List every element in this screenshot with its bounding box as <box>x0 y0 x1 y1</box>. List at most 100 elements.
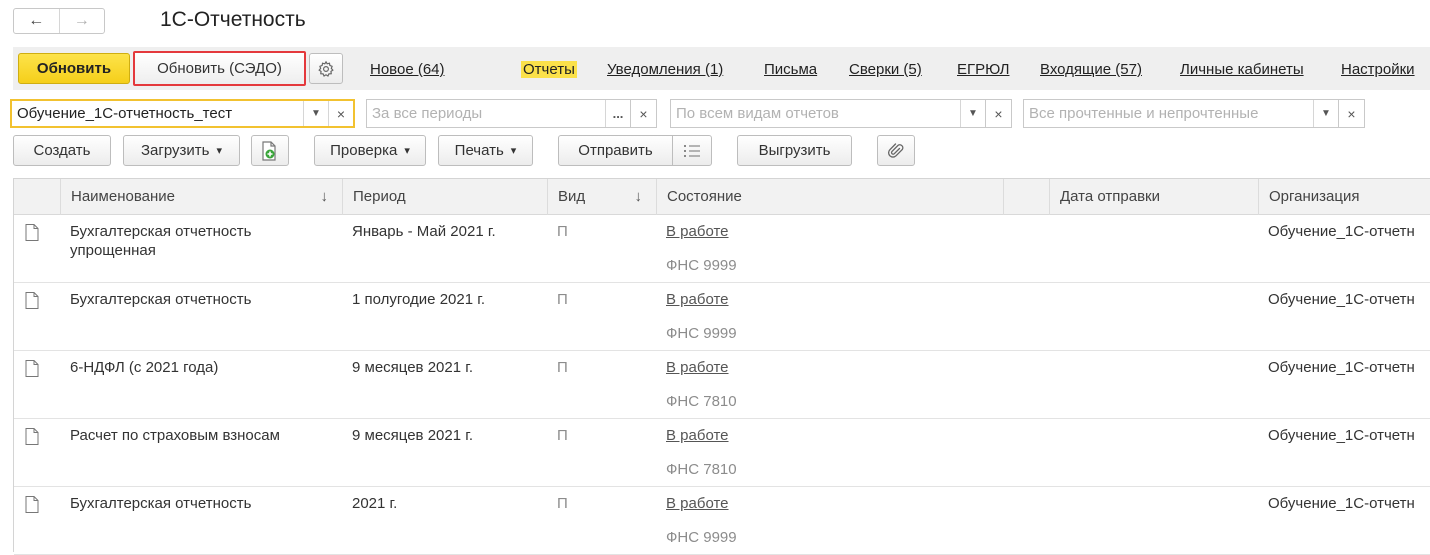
report-kind: П <box>557 427 568 444</box>
section-cabinets-link[interactable]: Личные кабинеты <box>1180 61 1304 78</box>
report-organization: Обучение_1С-отчетн <box>1268 291 1415 308</box>
add-file-button[interactable] <box>251 135 289 166</box>
document-icon <box>25 496 39 513</box>
report-state-link[interactable]: В работе <box>666 494 729 513</box>
report-organization: Обучение_1С-отчетн <box>1268 223 1415 240</box>
report-type-filter-placeholder[interactable]: По всем видам отчетов <box>671 105 960 122</box>
reports-table: Наименование ↓ Период Вид ↓ Состояние Да… <box>13 178 1430 555</box>
sort-arrow-icon: ↓ <box>320 188 329 205</box>
report-state-link[interactable]: В работе <box>666 358 729 377</box>
table-row[interactable]: Бухгалтерская отчетность упрощенная Январ… <box>14 215 1430 283</box>
column-period-label: Период <box>353 188 406 205</box>
refresh-sedo-button[interactable]: Обновить (СЭДО) <box>133 51 306 86</box>
report-authority: ФНС 9999 <box>666 325 737 342</box>
report-name: 6-НДФЛ (с 2021 года) <box>70 359 219 376</box>
report-authority: ФНС 7810 <box>666 393 737 410</box>
column-state[interactable]: Состояние <box>656 179 1003 215</box>
list-icon <box>684 144 700 157</box>
column-state-label: Состояние <box>667 188 742 205</box>
paperclip-icon <box>888 142 904 158</box>
section-egrul-link[interactable]: ЕГРЮЛ <box>957 61 1009 78</box>
table-row[interactable]: Бухгалтерская отчетность 2021 г. П В работе… <box>14 487 1430 555</box>
check-button-label: Проверка <box>330 142 398 159</box>
section-incoming-link[interactable]: Входящие (57) <box>1040 61 1142 78</box>
clear-icon[interactable]: × <box>328 101 353 126</box>
report-period: Январь - Май 2021 г. <box>352 223 496 240</box>
period-filter-placeholder[interactable]: За все периоды <box>367 105 605 122</box>
chevron-down-icon[interactable]: ▼ <box>960 100 985 127</box>
report-period: 9 месяцев 2021 г. <box>352 427 474 444</box>
column-kind-label: Вид <box>558 188 586 205</box>
report-type-filter[interactable]: По всем видам отчетов ▼ <box>670 99 986 128</box>
check-button[interactable]: Проверка ▾ <box>314 135 426 166</box>
load-button-label: Загрузить <box>140 142 210 159</box>
column-blank[interactable] <box>1003 179 1049 215</box>
refresh-button[interactable]: Обновить <box>18 53 130 84</box>
report-name: Бухгалтерская отчетность упрощенная <box>70 223 252 259</box>
report-type-clear-icon[interactable]: × <box>985 99 1012 128</box>
read-state-filter-placeholder[interactable]: Все прочтенные и непрочтенные <box>1024 105 1313 122</box>
report-name: Бухгалтерская отчетность <box>70 291 252 308</box>
report-state-link[interactable]: В работе <box>666 426 729 445</box>
report-kind: П <box>557 495 568 512</box>
back-arrow-icon[interactable]: ← <box>14 9 59 33</box>
sort-arrow-icon: ↓ <box>634 188 643 205</box>
report-authority: ФНС 9999 <box>666 257 737 274</box>
send-button[interactable]: Отправить <box>558 135 673 166</box>
chevron-down-icon: ▾ <box>510 145 517 157</box>
document-icon <box>25 428 39 445</box>
report-state-link[interactable]: В работе <box>666 222 729 241</box>
report-authority: ФНС 9999 <box>666 529 737 546</box>
read-state-clear-icon[interactable]: × <box>1338 99 1365 128</box>
table-header: Наименование ↓ Период Вид ↓ Состояние Да… <box>14 179 1430 215</box>
export-button[interactable]: Выгрузить <box>737 135 852 166</box>
chevron-down-icon: ▾ <box>404 145 410 157</box>
settings-button[interactable] <box>309 53 343 84</box>
section-settings-link[interactable]: Настройки <box>1341 61 1415 78</box>
period-filter[interactable]: За все периоды ... <box>366 99 631 128</box>
table-row[interactable]: Расчет по страховым взносам 9 месяцев 202… <box>14 419 1430 487</box>
report-organization: Обучение_1С-отчетн <box>1268 427 1415 444</box>
report-state-link[interactable]: В работе <box>666 290 729 309</box>
report-name: Расчет по страховым взносам <box>70 427 280 444</box>
load-button[interactable]: Загрузить ▾ <box>123 135 240 166</box>
section-new-link[interactable]: Новое (64) <box>370 61 445 78</box>
column-organization-label: Организация <box>1269 188 1360 205</box>
forward-arrow-icon[interactable]: → <box>58 9 105 33</box>
document-icon <box>25 292 39 309</box>
report-organization: Обучение_1С-отчетн <box>1268 359 1415 376</box>
column-kind[interactable]: Вид ↓ <box>547 179 656 215</box>
report-kind: П <box>557 223 568 240</box>
column-organization[interactable]: Организация <box>1258 179 1430 215</box>
chevron-down-icon: ▾ <box>216 145 223 157</box>
section-reconciliations-link[interactable]: Сверки (5) <box>849 61 922 78</box>
section-letters-link[interactable]: Письма <box>764 61 817 78</box>
chevron-down-icon[interactable]: ▼ <box>1313 100 1338 127</box>
column-sent-date-label: Дата отправки <box>1060 188 1160 205</box>
attach-button[interactable] <box>877 135 915 166</box>
history-nav: ← → <box>13 8 105 34</box>
report-name: Бухгалтерская отчетность <box>70 495 252 512</box>
table-row[interactable]: Бухгалтерская отчетность 1 полугодие 2021… <box>14 283 1430 351</box>
organization-filter-value[interactable]: Обучение_1С-отчетность_тест <box>12 105 303 122</box>
read-state-filter[interactable]: Все прочтенные и непрочтенные ▼ <box>1023 99 1339 128</box>
column-period[interactable]: Период <box>342 179 547 215</box>
document-icon <box>25 360 39 377</box>
report-kind: П <box>557 359 568 376</box>
add-document-icon <box>262 140 276 161</box>
chevron-down-icon[interactable]: ▼ <box>303 101 328 126</box>
report-period: 2021 г. <box>352 495 398 512</box>
send-options-button[interactable] <box>672 135 712 166</box>
create-button[interactable]: Создать <box>13 135 111 166</box>
section-notifications-link[interactable]: Уведомления (1) <box>607 61 723 78</box>
report-kind: П <box>557 291 568 308</box>
print-button[interactable]: Печать ▾ <box>438 135 533 166</box>
section-reports-tab[interactable]: Отчеты <box>521 61 577 78</box>
column-sent-date[interactable]: Дата отправки <box>1049 179 1258 215</box>
table-row[interactable]: 6-НДФЛ (с 2021 года) 9 месяцев 2021 г. П В … <box>14 351 1430 419</box>
column-name[interactable]: Наименование ↓ <box>60 179 342 215</box>
organization-filter[interactable]: Обучение_1С-отчетность_тест ▼ × <box>10 99 355 128</box>
choose-period-icon[interactable]: ... <box>605 100 630 127</box>
period-clear-icon[interactable]: × <box>630 99 657 128</box>
print-button-label: Печать <box>454 142 504 159</box>
